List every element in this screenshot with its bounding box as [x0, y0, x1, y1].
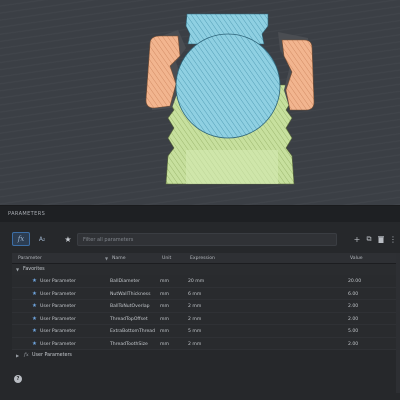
group-user-parameters[interactable]: ▶ fx User Parameters	[12, 350, 400, 361]
add-icon[interactable]: +	[352, 234, 362, 244]
star-icon[interactable]: ★	[32, 316, 37, 322]
model-render	[145, 13, 315, 185]
delete-icon[interactable]	[376, 234, 386, 244]
param-expression[interactable]: 6 mm	[188, 292, 201, 297]
ball	[175, 33, 281, 139]
param-unit: mm	[160, 329, 169, 334]
table-header: Parameter ▼ Name Unit Expression Value	[12, 253, 400, 264]
param-expression[interactable]: 2 mm	[188, 304, 201, 309]
col-expression[interactable]: Expression	[190, 256, 215, 261]
scrollbar[interactable]	[396, 253, 400, 393]
param-type: User Parameter	[40, 329, 76, 334]
star-icon[interactable]: ★	[62, 232, 74, 246]
caret-right-icon: ▶	[16, 353, 20, 358]
param-type: User Parameter	[40, 304, 76, 309]
param-value: 2.00	[348, 304, 359, 309]
star-icon[interactable]: ★	[32, 303, 37, 309]
sort-down-icon: ▼	[105, 256, 109, 261]
param-value: 5.00	[348, 329, 359, 334]
table-row[interactable]: ★ User Parameter ThreadTopOffset mm 2 mm 2.00	[12, 312, 400, 325]
fx-icon[interactable]: fx	[12, 232, 30, 246]
group-label: User Parameters	[32, 353, 72, 358]
param-type: User Parameter	[40, 316, 76, 322]
panel-title: PARAMETERS	[8, 211, 46, 217]
thread-highlight	[186, 150, 278, 184]
more-icon[interactable]: ⋮	[388, 234, 398, 244]
caret-down-icon: ▼	[16, 267, 20, 272]
star-icon[interactable]: ★	[32, 291, 37, 297]
param-name: ThreadToothSize	[110, 341, 148, 347]
sort-az-icon[interactable]: Az	[35, 232, 49, 246]
param-value: 2.00	[348, 316, 359, 322]
table-row[interactable]: ★ User Parameter ExtraBottomThread mm 5 mm 5.…	[12, 325, 400, 338]
param-unit: mm	[160, 304, 169, 309]
param-name: ThreadTopOffset	[110, 316, 148, 322]
param-name: BallDiameter	[110, 279, 140, 284]
param-value: 20.00	[348, 279, 362, 284]
param-type: User Parameter	[40, 341, 76, 347]
panel-header: PARAMETERS	[0, 206, 400, 222]
star-icon[interactable]: ★	[32, 341, 37, 347]
star-icon[interactable]: ★	[32, 278, 37, 284]
param-unit: mm	[160, 279, 169, 284]
group-favorites[interactable]: ▼ Favorites	[12, 264, 400, 275]
parameters-table: Parameter ▼ Name Unit Expression Value ▼…	[12, 253, 400, 361]
group-label: Favorites	[23, 267, 45, 272]
col-parameter[interactable]: Parameter	[18, 256, 42, 261]
help-icon[interactable]: ?	[14, 375, 22, 383]
fx-icon: fx	[24, 352, 29, 358]
param-name: NutWallThickness	[110, 291, 151, 297]
param-value: 6.00	[348, 291, 359, 297]
param-type: User Parameter	[40, 279, 76, 284]
star-icon[interactable]: ★	[32, 328, 37, 334]
search-input[interactable]	[77, 233, 337, 246]
3d-viewport[interactable]	[0, 0, 400, 205]
col-name[interactable]: Name	[112, 256, 126, 261]
table-row[interactable]: ★ User Parameter ThreadToothSize mm 2 mm 2.00	[12, 337, 400, 350]
copy-icon[interactable]: ⧉	[364, 234, 374, 244]
table-row[interactable]: ★ User Parameter BallDiameter mm 20 mm 20.00	[12, 275, 400, 288]
param-type: User Parameter	[40, 291, 76, 297]
parameters-toolbar: fx Az ★ + ⧉ ⋮	[0, 228, 400, 250]
param-name: ExtraBottomThread	[110, 329, 156, 334]
param-name: BallToNutOverlap	[110, 304, 150, 309]
param-expression[interactable]: 20 mm	[188, 279, 204, 284]
param-expression[interactable]: 5 mm	[188, 329, 201, 334]
parameters-panel: PARAMETERS fx Az ★ + ⧉ ⋮ Parameter ▼ Nam…	[0, 205, 400, 400]
col-unit[interactable]: Unit	[162, 256, 171, 261]
param-unit: mm	[160, 291, 169, 297]
table-row[interactable]: ★ User Parameter BallToNutOverlap mm 2 mm 2.0…	[12, 300, 400, 313]
table-row[interactable]: ★ User Parameter NutWallThickness mm 6 mm 6.0…	[12, 287, 400, 300]
param-expression[interactable]: 2 mm	[188, 342, 201, 347]
param-unit: mm	[160, 341, 169, 347]
param-unit: mm	[160, 316, 169, 322]
param-expression[interactable]: 2 mm	[188, 317, 201, 322]
col-value[interactable]: Value	[350, 256, 363, 261]
param-value: 2.00	[348, 341, 359, 347]
